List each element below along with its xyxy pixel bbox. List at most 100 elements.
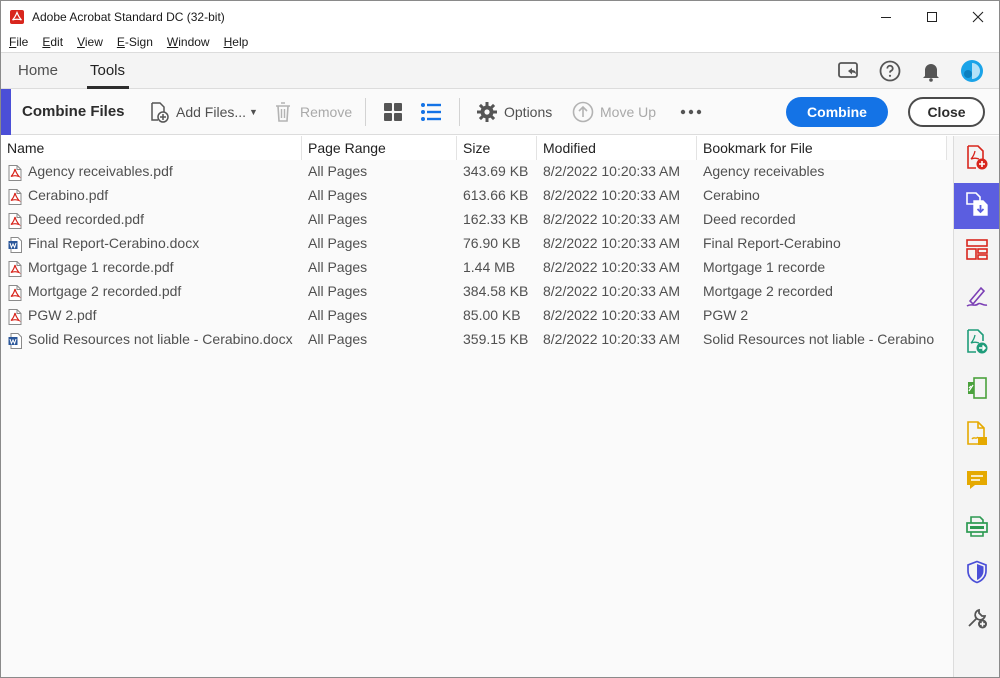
page-range-cell: All Pages xyxy=(308,211,368,227)
combine-files-icon xyxy=(964,191,990,222)
close-icon xyxy=(972,11,984,22)
bookmark-cell: Agency receivables xyxy=(703,163,825,179)
page-range-cell: All Pages xyxy=(308,283,368,299)
maximize-icon xyxy=(927,11,937,22)
rail-item-comment[interactable] xyxy=(954,459,999,505)
combine-button[interactable]: Combine xyxy=(786,97,888,127)
size-cell: 162.33 KB xyxy=(463,211,529,227)
menu-window[interactable]: Window xyxy=(167,35,210,49)
list-icon xyxy=(419,100,443,124)
page-range-cell: All Pages xyxy=(308,235,368,251)
title-bar: Adobe Acrobat Standard DC (32-bit) xyxy=(1,1,999,32)
trash-icon xyxy=(271,100,295,124)
gear-icon xyxy=(475,100,499,124)
add-files-button[interactable]: Add Files... ▼ xyxy=(147,99,258,125)
table-row[interactable]: Cerabino.pdf All Pages 613.66 KB 8/2/2022 1… xyxy=(1,184,947,208)
bookmark-cell: Cerabino xyxy=(703,187,760,203)
menu-file[interactable]: File xyxy=(9,35,28,49)
tab-home[interactable]: Home xyxy=(18,62,58,79)
column-header-size[interactable]: Size xyxy=(457,136,537,160)
chevron-down-icon: ▼ xyxy=(249,107,258,117)
profile-avatar-icon[interactable] xyxy=(960,59,984,83)
tab-tools[interactable]: Tools xyxy=(90,62,125,79)
modified-cell: 8/2/2022 10:20:33 AM xyxy=(543,259,680,275)
bell-icon[interactable] xyxy=(919,59,943,83)
table-row[interactable]: Mortgage 1 recorde.pdf All Pages 1.44 MB 8/… xyxy=(1,256,947,280)
acrobat-logo-icon xyxy=(10,9,24,24)
help-icon[interactable] xyxy=(878,59,902,83)
menu-esign[interactable]: E-Sign xyxy=(117,35,153,49)
rail-item-more-tools[interactable] xyxy=(954,597,999,643)
menu-edit[interactable]: Edit xyxy=(42,35,63,49)
pdf-file-icon xyxy=(8,189,22,205)
column-header-bookmark[interactable]: Bookmark for File xyxy=(697,136,947,160)
file-name-cell: PGW 2.pdf xyxy=(28,307,97,323)
toolbar-divider xyxy=(459,98,460,126)
size-cell: 76.90 KB xyxy=(463,235,521,251)
thumbnail-view-button[interactable] xyxy=(381,99,410,125)
table-row[interactable]: Mortgage 2 recorded.pdf All Pages 384.58 K… xyxy=(1,280,947,304)
modified-cell: 8/2/2022 10:20:33 AM xyxy=(543,307,680,323)
menu-help[interactable]: Help xyxy=(224,35,249,49)
file-name-cell: Final Report-Cerabino.docx xyxy=(28,235,200,251)
pdf-file-icon xyxy=(8,165,22,181)
move-up-button[interactable]: Move Up xyxy=(571,99,656,125)
table-row[interactable]: Deed recorded.pdf All Pages 162.33 KB 8/2/2… xyxy=(1,208,947,232)
rail-item-fill-sign[interactable] xyxy=(954,275,999,321)
rail-item-edit-pdf[interactable] xyxy=(954,367,999,413)
page-range-cell: All Pages xyxy=(308,331,368,347)
file-name-cell: Agency receivables.pdf xyxy=(28,163,173,179)
options-button[interactable]: Options xyxy=(475,99,552,125)
table-row[interactable]: Agency receivables.pdf All Pages 343.69 KB… xyxy=(1,160,947,184)
word-file-icon xyxy=(8,237,22,253)
bookmark-cell: Final Report-Cerabino xyxy=(703,235,841,251)
rail-item-export-pdf[interactable] xyxy=(954,321,999,367)
column-header-modified[interactable]: Modified xyxy=(537,136,697,160)
table-row[interactable]: Final Report-Cerabino.docx All Pages 76.90… xyxy=(1,232,947,256)
maximize-button[interactable] xyxy=(909,1,955,32)
window-close-button[interactable] xyxy=(955,1,999,32)
table-row[interactable]: Solid Resources not liable - Cerabino.do… xyxy=(1,328,947,352)
window-title: Adobe Acrobat Standard DC (32-bit) xyxy=(32,9,225,24)
page-range-cell: All Pages xyxy=(308,307,368,323)
close-tool-button[interactable]: Close xyxy=(908,97,985,127)
scan-ocr-icon xyxy=(965,514,989,543)
bookmark-cell: Mortgage 2 recorded xyxy=(703,283,833,299)
menu-view[interactable]: View xyxy=(77,35,103,49)
remove-button[interactable]: Remove xyxy=(271,99,352,125)
table-row[interactable]: PGW 2.pdf All Pages 85.00 KB 8/2/2022 10:20… xyxy=(1,304,947,328)
modified-cell: 8/2/2022 10:20:33 AM xyxy=(543,235,680,251)
size-cell: 1.44 MB xyxy=(463,259,516,275)
list-view-button[interactable] xyxy=(419,99,448,125)
page-range-cell: All Pages xyxy=(308,187,368,203)
combine-toolbar: Combine Files Add Files... ▼ Remove Opti… xyxy=(1,89,999,135)
column-header-name[interactable]: Name xyxy=(1,136,302,160)
rail-item-create-pdf[interactable] xyxy=(954,137,999,183)
request-signature-icon xyxy=(965,420,989,452)
minimize-button[interactable] xyxy=(863,1,909,32)
export-pdf-icon xyxy=(965,328,989,360)
pdf-file-icon xyxy=(8,261,22,277)
file-name-cell: Mortgage 1 recorde.pdf xyxy=(28,259,174,275)
bookmark-cell: Deed recorded xyxy=(703,211,796,227)
rail-item-request-signature[interactable] xyxy=(954,413,999,459)
size-cell: 359.15 KB xyxy=(463,331,529,347)
file-name-cell: Cerabino.pdf xyxy=(28,187,109,203)
minimize-icon xyxy=(881,16,891,18)
rail-item-combine-files[interactable] xyxy=(954,183,999,229)
arrow-up-circle-icon xyxy=(571,100,595,124)
pdf-file-icon xyxy=(8,285,22,301)
tools-rail xyxy=(953,136,999,677)
file-list: Name Page Range Size Modified Bookmark f… xyxy=(1,136,953,677)
rail-item-organize-pages[interactable] xyxy=(954,229,999,275)
column-header-page-range[interactable]: Page Range xyxy=(302,136,457,160)
rail-item-scan-ocr[interactable] xyxy=(954,505,999,551)
size-cell: 343.69 KB xyxy=(463,163,529,179)
size-cell: 613.66 KB xyxy=(463,187,529,203)
top-tab-bar: Home Tools xyxy=(1,52,999,89)
more-dots-icon xyxy=(679,100,703,124)
more-options-button[interactable] xyxy=(679,99,708,125)
rail-item-protect[interactable] xyxy=(954,551,999,597)
share-screen-icon[interactable] xyxy=(836,59,860,83)
bookmark-cell: Solid Resources not liable - Cerabino xyxy=(703,331,935,347)
